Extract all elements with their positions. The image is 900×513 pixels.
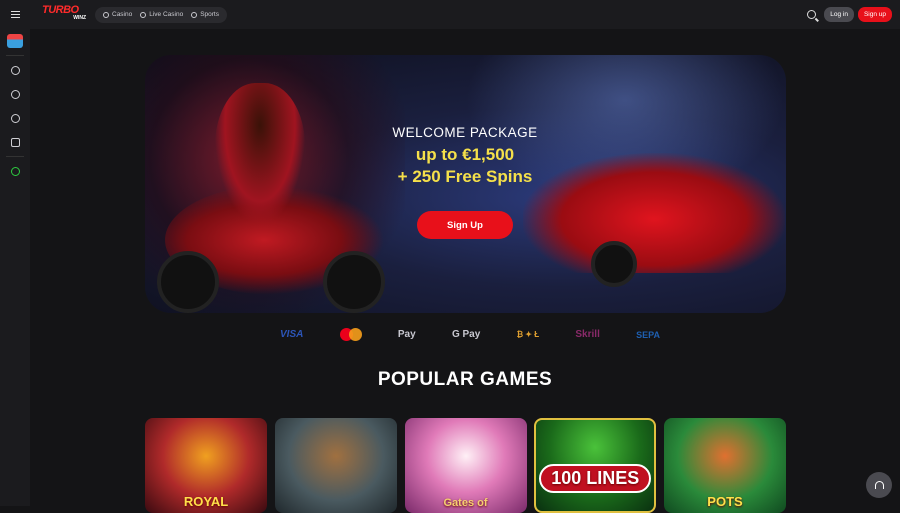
game-title: 100 LINES (539, 464, 652, 493)
support-chat-button[interactable] (866, 472, 892, 498)
popular-games-row: ROYAL Gates of 100 LINES POTS (145, 418, 786, 513)
live-broadcast-icon (10, 89, 20, 99)
main-content: WELCOME PACKAGE up to €1,500 + 250 Free … (30, 29, 900, 513)
sidebar-divider (6, 55, 24, 56)
casino-chip-icon (103, 11, 109, 18)
sidebar-item-casino[interactable] (0, 58, 30, 82)
game-title: POTS (707, 494, 743, 509)
nav-live-casino[interactable]: Live Casino (136, 11, 187, 18)
banner-text: WELCOME PACKAGE up to €1,500 + 250 Free … (345, 125, 585, 188)
banner-free-spins: + 250 Free Spins (397, 167, 533, 186)
google-pay-logo: G Pay (451, 329, 481, 340)
game-card[interactable]: 100 LINES (534, 418, 657, 513)
game-card[interactable]: Gates of (404, 418, 527, 513)
search-icon[interactable] (807, 10, 817, 19)
section-title: POPULAR GAMES (377, 369, 553, 390)
welcome-banner[interactable]: WELCOME PACKAGE up to €1,500 + 250 Free … (145, 55, 786, 313)
game-title: ROYAL (183, 494, 229, 509)
skrill-logo: Skrill (575, 329, 600, 340)
live-broadcast-icon (140, 11, 147, 18)
sports-ball-icon (191, 11, 198, 18)
payment-methods: VISA Pay G Pay ₿ ✦ Ł Skrill SEPA (280, 328, 660, 341)
apple-pay-logo: Pay (397, 329, 416, 340)
sidebar-divider (6, 156, 24, 157)
banner-subtitle: WELCOME PACKAGE (392, 125, 538, 140)
bike-wheel (323, 251, 385, 313)
car-wheel (591, 241, 637, 287)
mastercard-logo (339, 328, 362, 341)
signup-button[interactable]: Sign up (857, 7, 892, 22)
sidebar-item-live-casino[interactable] (0, 82, 30, 106)
nav-sports[interactable]: Sports (187, 11, 223, 18)
main-nav: Casino Live Casino Sports (95, 6, 227, 23)
nav-casino[interactable]: Casino (99, 11, 136, 18)
site-logo[interactable]: TURBO WINZ (42, 4, 86, 25)
headset-icon (874, 481, 884, 489)
game-title: Gates of (443, 497, 488, 509)
crypto-logos: ₿ ✦ Ł (516, 330, 540, 339)
sidebar-item-games[interactable] (0, 130, 30, 154)
support-headset-icon (10, 166, 20, 176)
soccer-ball-icon (10, 113, 20, 123)
sidebar-item-sports[interactable] (0, 106, 30, 130)
sidebar (0, 29, 30, 506)
visa-logo: VISA (280, 329, 304, 340)
banner-signup-button[interactable]: Sign Up (417, 211, 513, 239)
login-button[interactable]: Log in (824, 7, 854, 22)
sidebar-item-support[interactable] (0, 159, 30, 183)
hamburger-menu-icon[interactable] (0, 0, 30, 29)
sepa-logo: SEPA (636, 329, 660, 340)
game-card[interactable] (274, 418, 397, 513)
bike-wheel (157, 251, 219, 313)
gamepad-icon (10, 137, 20, 147)
casino-chip-icon (10, 65, 20, 75)
promotions-icon (7, 34, 23, 48)
banner-bonus-amount: up to €1,500 (415, 145, 515, 164)
top-bar: TURBO WINZ Casino Live Casino Sports Log… (0, 0, 900, 29)
game-card[interactable]: POTS (664, 418, 786, 513)
rider-illustration (215, 83, 305, 223)
sidebar-item-promotions[interactable] (0, 29, 30, 53)
game-card[interactable]: ROYAL (145, 418, 267, 513)
